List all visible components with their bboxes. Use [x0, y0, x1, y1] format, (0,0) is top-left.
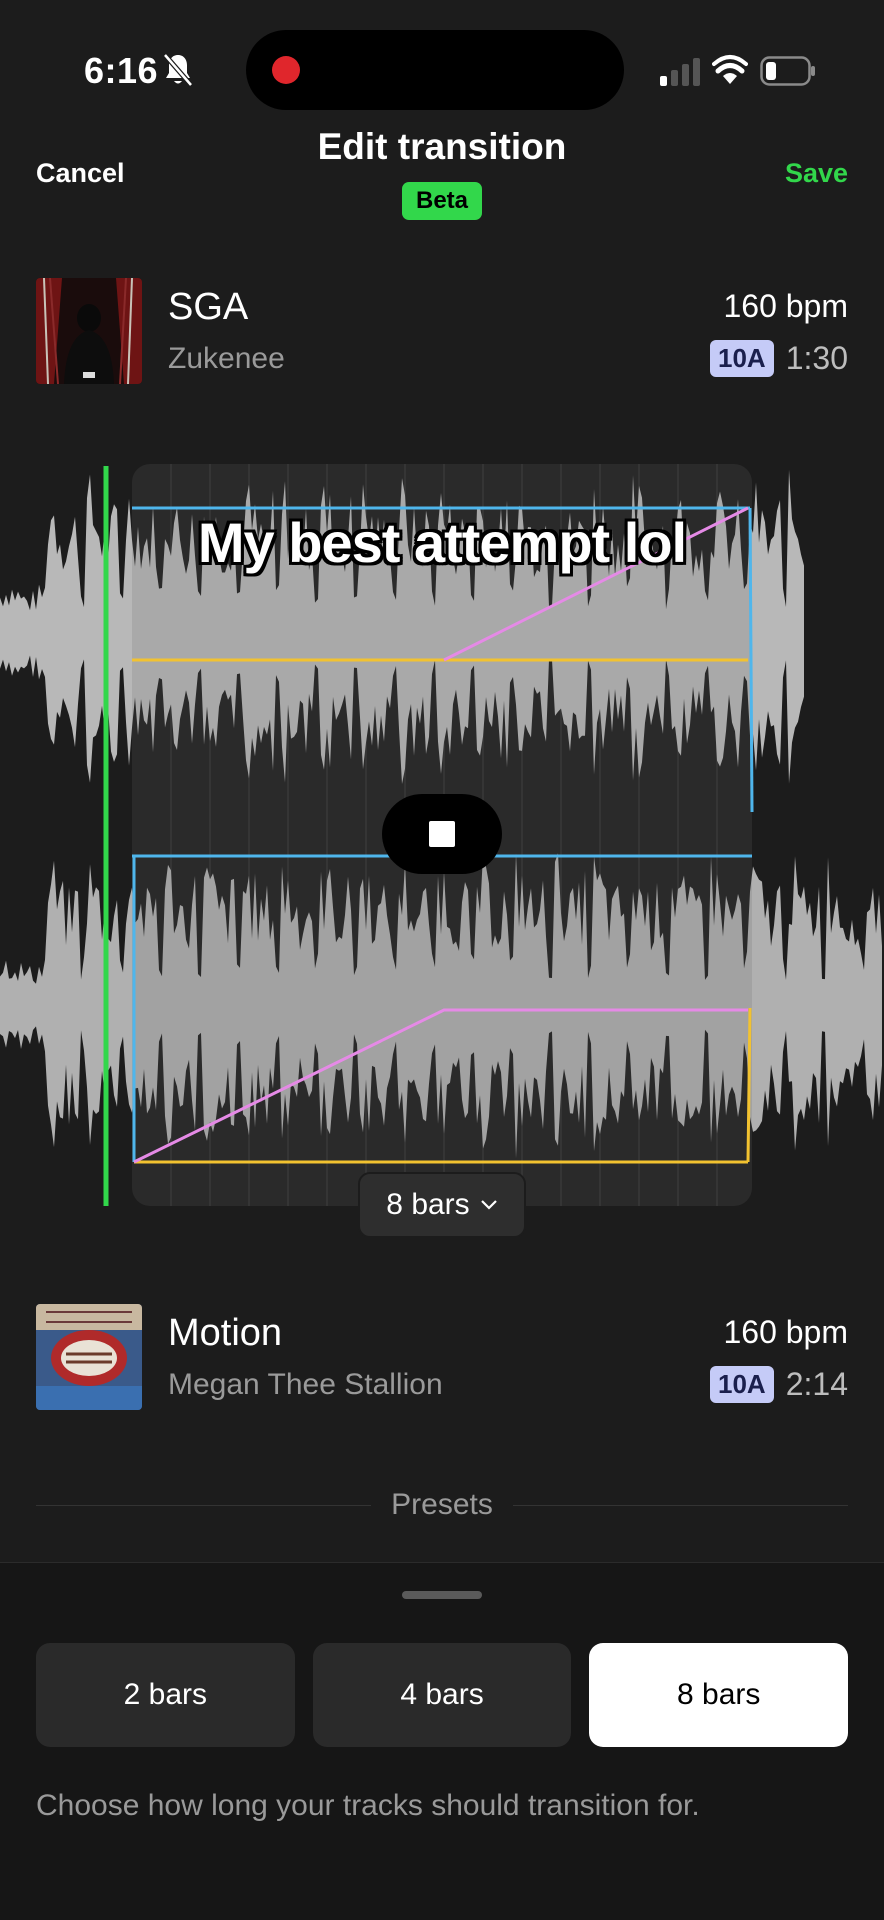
track-title: Motion [168, 1312, 283, 1354]
status-time: 6:16 [84, 50, 159, 91]
sheet-handle[interactable] [402, 1591, 482, 1599]
key-badge: 10A [710, 340, 774, 377]
presets-label: Presets [391, 1488, 493, 1521]
option-8-bars[interactable]: 8 bars [589, 1643, 849, 1747]
track-meta: 10A 1:30 [710, 340, 848, 377]
signal-icon [660, 58, 700, 86]
beta-badge: Beta [402, 182, 482, 220]
transition-length-label: 8 bars [386, 1188, 470, 1221]
page-title: Edit transition [317, 126, 567, 167]
track-duration: 1:30 [785, 340, 848, 376]
track-bpm: 160 bpm [723, 288, 848, 324]
caption-overlay: My best attempt lol [197, 511, 687, 574]
transition-length-dropdown[interactable]: 8 bars [358, 1172, 526, 1238]
stop-button[interactable] [382, 794, 502, 874]
option-2-bars[interactable]: 2 bars [36, 1643, 295, 1747]
dynamic-island [246, 30, 624, 110]
track-row-outgoing[interactable]: SGA Zukenee 160 bpm 10A 1:30 [36, 278, 848, 386]
track-title: SGA [168, 286, 249, 328]
track-duration: 2:14 [785, 1366, 848, 1402]
save-button[interactable]: Save [785, 158, 848, 189]
mid-eq-fade-incoming[interactable] [746, 1007, 752, 1163]
album-art [36, 278, 142, 384]
bell-muted-icon [163, 53, 193, 87]
key-badge: 10A [710, 1366, 774, 1403]
battery-icon [760, 56, 815, 86]
track-artist: Zukenee [168, 342, 285, 375]
presets-divider: Presets [36, 1480, 848, 1530]
stop-icon [429, 821, 455, 847]
bar-length-options: 2 bars 4 bars 8 bars [36, 1643, 849, 1747]
album-art [36, 1304, 142, 1410]
bottom-sheet: 2 bars 4 bars 8 bars Choose how long you… [0, 1562, 884, 1920]
wifi-icon [712, 55, 748, 84]
track-row-incoming[interactable]: Motion Megan Thee Stallion 160 bpm 10A 2… [36, 1304, 848, 1412]
presets-hint: Choose how long your tracks should trans… [36, 1789, 700, 1822]
divider-line [36, 1504, 372, 1506]
track-meta: 10A 2:14 [710, 1366, 848, 1403]
track-artist: Megan Thee Stallion [168, 1368, 443, 1401]
chevron-down-icon [480, 1200, 497, 1210]
divider-line [512, 1504, 848, 1506]
recording-indicator-icon [272, 56, 300, 84]
track-bpm: 160 bpm [723, 1314, 848, 1350]
option-4-bars[interactable]: 4 bars [312, 1643, 572, 1747]
